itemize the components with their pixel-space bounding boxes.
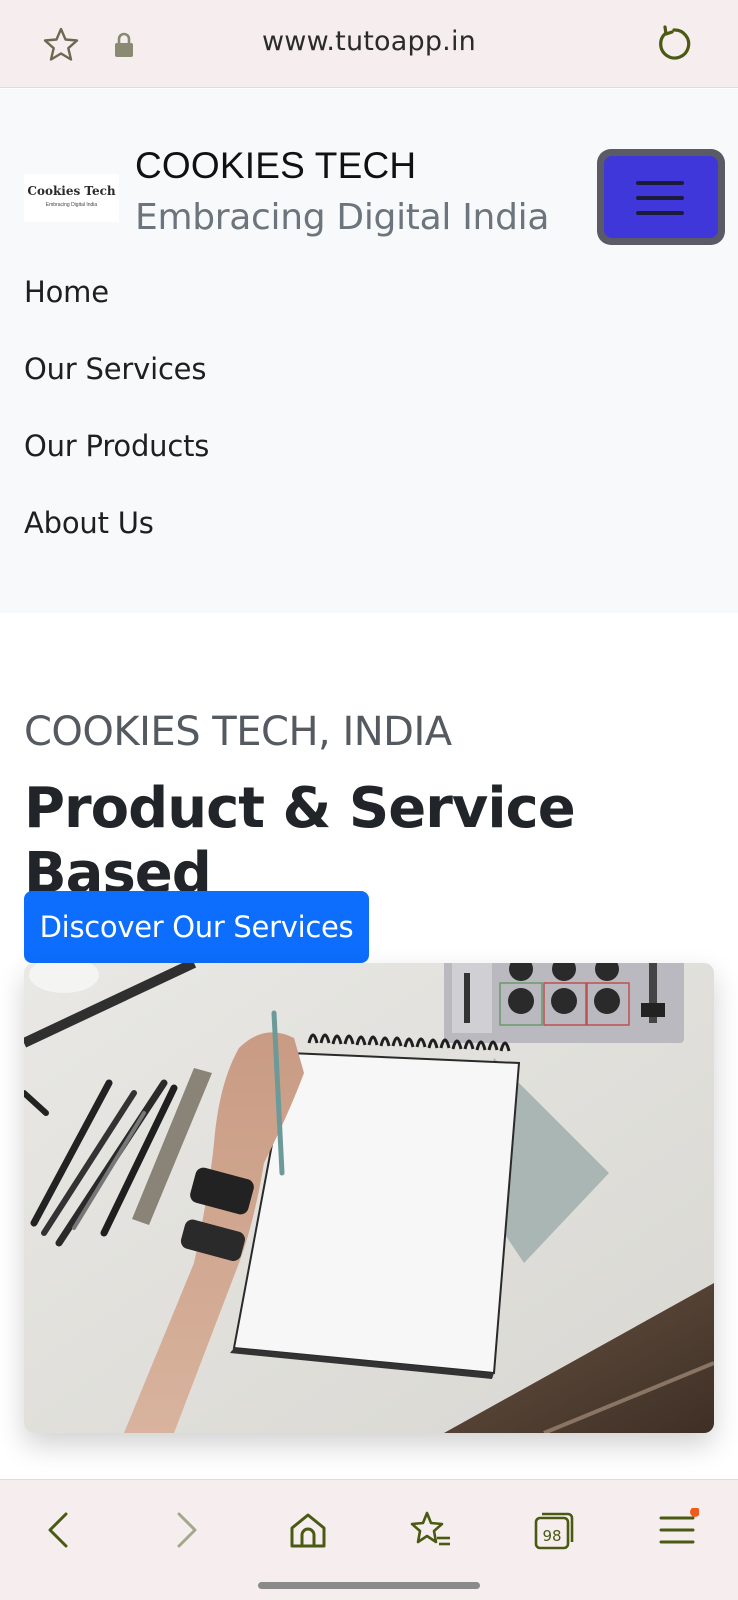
reload-icon[interactable] <box>654 24 694 64</box>
hero-eyebrow: COOKIES TECH, INDIA <box>24 709 452 755</box>
logo-text: Cookies Tech <box>27 184 116 198</box>
nav-item-about-us[interactable]: About Us <box>24 506 209 583</box>
notification-dot <box>690 1508 699 1517</box>
tabs-icon: 98 <box>534 1512 574 1550</box>
gesture-bar[interactable] <box>258 1582 480 1589</box>
site-navbar: Cookies Tech Embracing Digital India COO… <box>0 89 738 613</box>
home-icon[interactable] <box>286 1508 330 1552</box>
forward-icon[interactable] <box>163 1508 207 1552</box>
tabs-button[interactable]: 98 <box>532 1508 576 1552</box>
nav-menu: Home Our Services Our Products About Us <box>24 275 209 583</box>
back-icon[interactable] <box>38 1508 82 1552</box>
url-text[interactable]: www.tutoapp.in <box>0 26 738 57</box>
discover-services-button[interactable]: Discover Our Services <box>24 891 369 963</box>
hamburger-icon <box>604 156 718 238</box>
nav-item-our-products[interactable]: Our Products <box>24 429 209 506</box>
navbar-toggle-button[interactable] <box>597 149 725 245</box>
hero-title: Product & Service Based <box>24 776 576 906</box>
brand-name[interactable]: COOKIES TECH <box>135 145 416 187</box>
hero-image <box>24 963 714 1433</box>
menu-icon[interactable] <box>655 1508 699 1552</box>
nav-item-home[interactable]: Home <box>24 275 209 352</box>
brand-tagline: Embracing Digital India <box>135 197 550 238</box>
logo[interactable]: Cookies Tech Embracing Digital India <box>24 174 119 222</box>
tab-count: 98 <box>542 1527 561 1545</box>
browser-address-bar: www.tutoapp.in <box>0 0 738 88</box>
nav-item-our-services[interactable]: Our Services <box>24 352 209 429</box>
bookmarks-icon[interactable] <box>409 1508 453 1552</box>
logo-subtext: Embracing Digital India <box>45 202 98 208</box>
